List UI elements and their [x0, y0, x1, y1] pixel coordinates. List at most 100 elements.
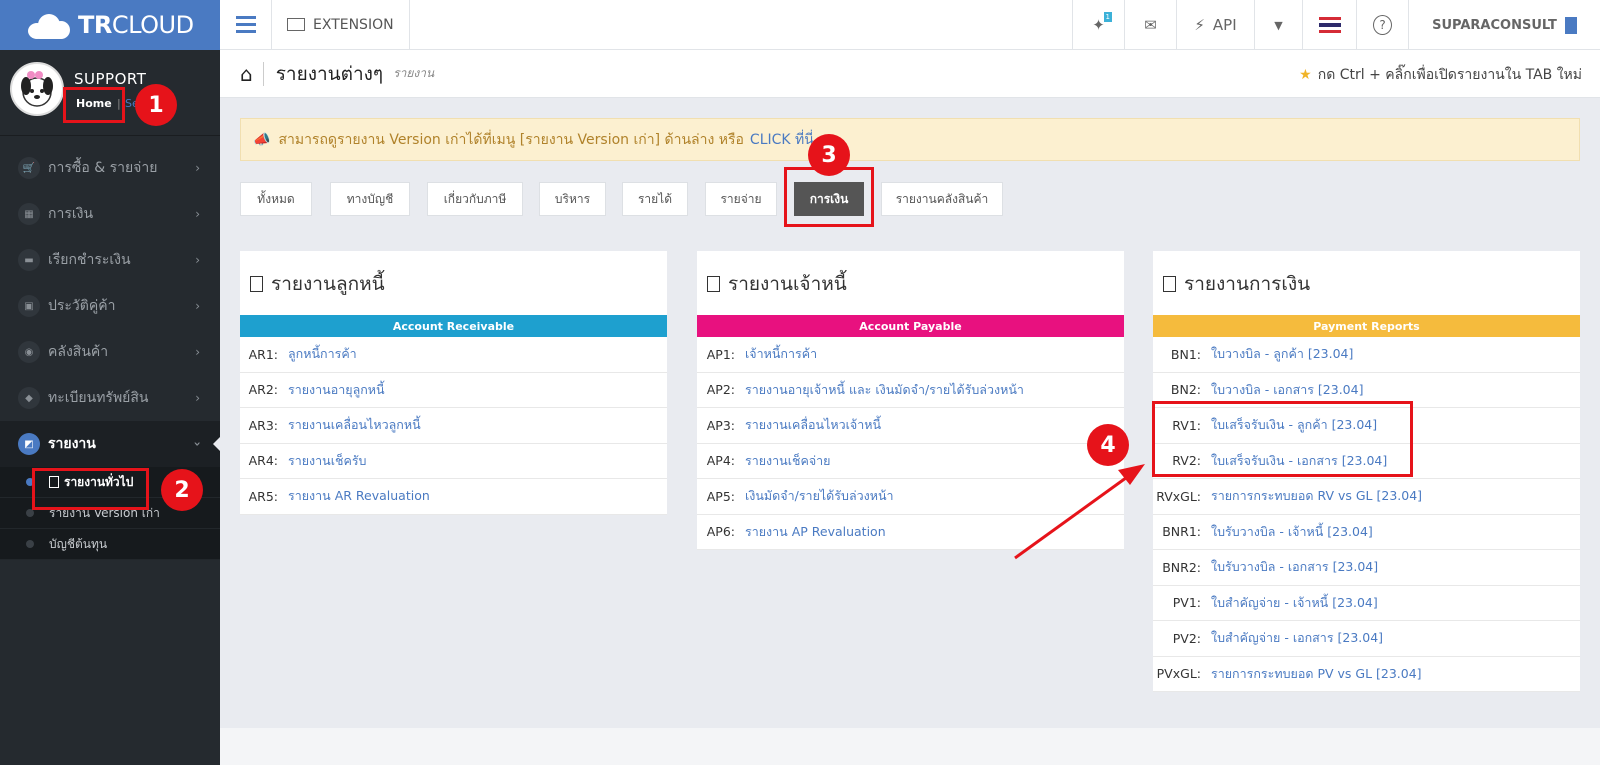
report-link[interactable]: ใบวางบิล - เอกสาร [23.04]: [1211, 380, 1363, 400]
sidebar-item-inventory[interactable]: ◉ คลังสินค้า ›: [0, 329, 220, 375]
filter-accounting[interactable]: ทางบัญชี: [330, 182, 410, 216]
bullet-icon: [26, 540, 34, 548]
profile-name: SUPPORT: [74, 70, 147, 88]
mail-button[interactable]: ✉: [1124, 0, 1176, 50]
report-link[interactable]: ใบรับวางบิล - เจ้าหนี้ [23.04]: [1211, 522, 1373, 542]
boxes-icon: ◉: [18, 341, 40, 363]
language-button[interactable]: [1302, 0, 1356, 50]
panel-title: รายงานลูกหนี้: [240, 251, 667, 315]
user-menu[interactable]: SUPARACONSULT: [1408, 0, 1600, 50]
highlight-rv-rows: [1152, 401, 1413, 477]
sidebar-item-label: การซื้อ & รายจ่าย: [48, 160, 158, 176]
help-button[interactable]: ?: [1356, 0, 1408, 50]
report-row[interactable]: AP5: เงินมัดจำ/รายได้รับล่วงหน้า: [697, 479, 1124, 515]
report-link[interactable]: ลูกหนี้การค้า: [288, 344, 357, 364]
report-link[interactable]: ใบสำคัญจ่าย - เจ้าหนี้ [23.04]: [1211, 593, 1378, 613]
page-header: ⌂ รายงานต่างๆ รายงาน ★ กด Ctrl + คลิ๊กเพื…: [220, 50, 1600, 98]
diamond-icon: ◆: [18, 387, 40, 409]
card-icon: ▬: [18, 249, 40, 271]
report-icon: ◩: [18, 433, 40, 455]
report-row[interactable]: RVxGL: รายการกระทบยอด RV vs GL [23.04]: [1153, 479, 1580, 515]
envelope-icon: ✉: [1144, 16, 1157, 34]
report-link[interactable]: รายงานเช็คจ่าย: [745, 451, 831, 471]
document-icon: [1163, 276, 1176, 292]
contact-icon: ▣: [18, 295, 40, 317]
panel-title: รายงานเจ้าหนี้: [697, 251, 1124, 315]
sidebar-subitem-cost-accounting[interactable]: บัญชีต้นทุน: [0, 529, 220, 560]
filter-all[interactable]: ทั้งหมด: [240, 182, 312, 216]
report-row[interactable]: PV1: ใบสำคัญจ่าย - เจ้าหนี้ [23.04]: [1153, 586, 1580, 621]
api-button[interactable]: ⚡ API: [1176, 0, 1254, 50]
sidebar-item-reports[interactable]: ◩ รายงาน ›: [0, 421, 220, 467]
calendar-icon: ▦: [18, 203, 40, 225]
dropdown-button[interactable]: ▼: [1254, 0, 1302, 50]
menu-toggle-icon[interactable]: [220, 0, 272, 50]
report-link[interactable]: รายงานเคลื่อนไหวเจ้าหนี้: [745, 415, 881, 435]
report-row[interactable]: AR2: รายงานอายุลูกหนี้: [240, 373, 667, 408]
sidebar-item-contacts[interactable]: ▣ ประวัติคู่ค้า ›: [0, 283, 220, 329]
panel-header: Account Payable: [697, 315, 1124, 337]
announcement-button[interactable]: ✦ 1: [1072, 0, 1124, 50]
sidebar-item-label: คลังสินค้า: [48, 344, 109, 360]
ctrl-click-tip: ★ กด Ctrl + คลิ๊กเพื่อเปิดรายงานใน TAB ให…: [1299, 67, 1582, 83]
report-row[interactable]: AP6: รายงาน AP Revaluation: [697, 515, 1124, 550]
click-here-link[interactable]: CLICK ที่นี่: [750, 129, 814, 151]
filter-tax[interactable]: เกี่ยวกับภาษี: [427, 182, 523, 216]
report-link[interactable]: รายงาน AP Revaluation: [745, 522, 886, 542]
monitor-icon: [287, 18, 305, 31]
bullet-icon: [26, 509, 34, 517]
plug-icon: ⚡: [1194, 16, 1205, 34]
report-link[interactable]: ใบวางบิล - ลูกค้า [23.04]: [1211, 344, 1353, 364]
report-link[interactable]: ใบรับวางบิล - เอกสาร [23.04]: [1211, 557, 1378, 577]
report-link[interactable]: รายการกระทบยอด PV vs GL [23.04]: [1211, 664, 1422, 684]
filter-income[interactable]: รายได้: [622, 182, 688, 216]
report-row[interactable]: BNR1: ใบรับวางบิล - เจ้าหนี้ [23.04]: [1153, 515, 1580, 550]
sidebar-item-billing[interactable]: ▬ เรียกชำระเงิน ›: [0, 237, 220, 283]
chevron-right-icon: ›: [195, 253, 200, 267]
report-row[interactable]: AR5: รายงาน AR Revaluation: [240, 479, 667, 515]
report-row[interactable]: AR1: ลูกหนี้การค้า: [240, 337, 667, 373]
report-row[interactable]: PVxGL: รายการกระทบยอด PV vs GL [23.04]: [1153, 657, 1580, 692]
dog-avatar-icon: [21, 71, 53, 107]
report-link[interactable]: เงินมัดจำ/รายได้รับล่วงหน้า: [745, 486, 894, 506]
filter-inventory-reports[interactable]: รายงานคลังสินค้า: [881, 182, 1003, 216]
extension-button[interactable]: EXTENSION: [272, 0, 410, 50]
report-link[interactable]: เจ้าหนี้การค้า: [745, 344, 817, 364]
page-title: รายงานต่างๆ: [275, 62, 384, 85]
step-badge-3: 3: [808, 134, 850, 176]
step-badge-2: 2: [161, 469, 203, 511]
step-badge-4: 4: [1087, 424, 1129, 466]
report-row[interactable]: AP3: รายงานเคลื่อนไหวเจ้าหนี้: [697, 408, 1124, 444]
sidebar-item-assets[interactable]: ◆ ทะเบียนทรัพย์สิน ›: [0, 375, 220, 421]
report-row[interactable]: AP1: เจ้าหนี้การค้า: [697, 337, 1124, 373]
report-row[interactable]: AR3: รายงานเคลื่อนไหวลูกหนี้: [240, 408, 667, 444]
sidebar-item-purchase[interactable]: 🛒 การซื้อ & รายจ่าย ›: [0, 145, 220, 191]
highlight-general-reports: [32, 468, 149, 510]
step-badge-1: 1: [135, 84, 177, 126]
report-link[interactable]: รายงานอายุเจ้าหนี้ และ เงินมัดจำ/รายได้ร…: [745, 380, 1024, 400]
report-link[interactable]: รายงานเช็ครับ: [288, 451, 367, 471]
home-icon[interactable]: ⌂: [240, 61, 264, 86]
panel-header: Payment Reports: [1153, 315, 1580, 337]
star-icon: ★: [1299, 67, 1312, 83]
report-row[interactable]: AP4: รายงานเช็คจ่าย: [697, 444, 1124, 479]
filter-expense[interactable]: รายจ่าย: [705, 182, 777, 216]
footer-band: [220, 728, 1600, 765]
avatar[interactable]: [10, 62, 64, 116]
report-row[interactable]: BNR2: ใบรับวางบิล - เอกสาร [23.04]: [1153, 550, 1580, 586]
brand-logo[interactable]: TRCLOUD: [0, 0, 220, 50]
sidebar-item-label: รายงาน: [48, 436, 96, 452]
report-link[interactable]: รายงานอายุลูกหนี้: [288, 380, 385, 400]
report-link[interactable]: ใบสำคัญจ่าย - เอกสาร [23.04]: [1211, 628, 1383, 648]
sidebar-item-finance[interactable]: ▦ การเงิน ›: [0, 191, 220, 237]
report-link[interactable]: รายงาน AR Revaluation: [288, 486, 430, 506]
chevron-down-icon: ›: [190, 441, 205, 447]
report-link[interactable]: รายงานเคลื่อนไหวลูกหนี้: [288, 415, 421, 435]
top-bar: EXTENSION ✦ 1 ✉ ⚡ API ▼ ? SUPARACONSULT: [220, 0, 1600, 50]
report-row[interactable]: BN1: ใบวางบิล - ลูกค้า [23.04]: [1153, 337, 1580, 373]
report-link[interactable]: รายการกระทบยอด RV vs GL [23.04]: [1211, 486, 1422, 506]
report-row[interactable]: AR4: รายงานเช็ครับ: [240, 444, 667, 479]
filter-management[interactable]: บริหาร: [539, 182, 606, 216]
report-row[interactable]: AP2: รายงานอายุเจ้าหนี้ และ เงินมัดจำ/ราย…: [697, 373, 1124, 408]
report-row[interactable]: PV2: ใบสำคัญจ่าย - เอกสาร [23.04]: [1153, 621, 1580, 657]
